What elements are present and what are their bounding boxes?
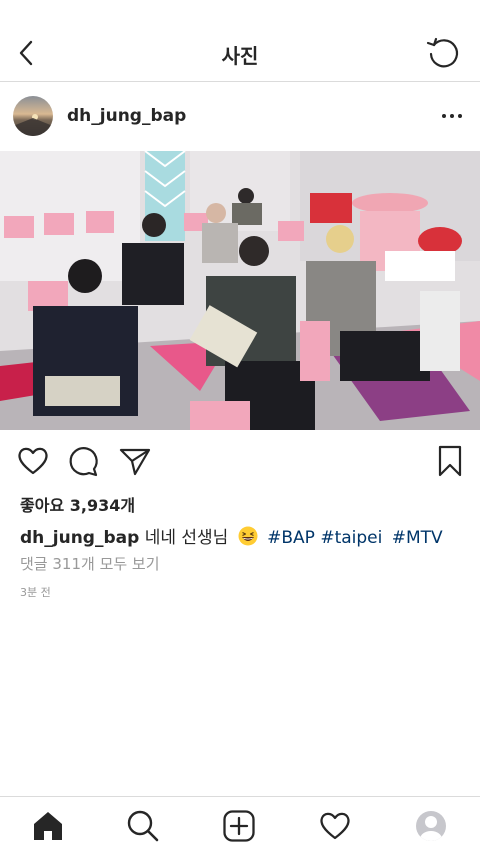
comment-icon[interactable] (67, 444, 101, 478)
hashtag[interactable]: #taipei (320, 528, 382, 548)
more-horizontal-icon[interactable] (440, 104, 464, 128)
caption: dh_jung_bap 네네 선생님 #BAP #taipei #MTV (20, 523, 443, 548)
hashtag[interactable]: #MTV (392, 528, 443, 548)
post-username[interactable]: dh_jung_bap (67, 106, 186, 126)
activity-heart-icon[interactable] (318, 809, 352, 843)
heart-icon[interactable] (16, 444, 50, 478)
post-timestamp: 3분 전 (20, 586, 51, 599)
hashtag[interactable]: #BAP (267, 528, 315, 548)
top-bar: 사진 (0, 0, 480, 82)
caption-username[interactable]: dh_jung_bap (20, 528, 139, 548)
search-icon[interactable] (126, 809, 160, 843)
post-header: dh_jung_bap (0, 82, 480, 151)
profile-icon[interactable] (414, 809, 448, 843)
caption-text: 네네 선생님 (144, 528, 229, 548)
likes-count[interactable]: 좋아요 3,934개 (20, 492, 135, 516)
post-actions (0, 430, 480, 490)
post-photo[interactable] (0, 151, 480, 430)
avatar[interactable] (13, 96, 53, 136)
view-all-comments-link[interactable]: 댓글 311개 모두 보기 (20, 553, 160, 574)
photo-image (0, 151, 480, 430)
refresh-icon[interactable] (424, 34, 462, 72)
add-icon[interactable] (222, 809, 256, 843)
send-icon[interactable] (118, 444, 152, 478)
home-icon[interactable] (31, 809, 65, 843)
bookmark-icon[interactable] (433, 444, 467, 478)
page-title: 사진 (221, 44, 259, 68)
grinning-squinting-face-icon (238, 526, 258, 546)
bottom-tab-bar (0, 796, 480, 854)
